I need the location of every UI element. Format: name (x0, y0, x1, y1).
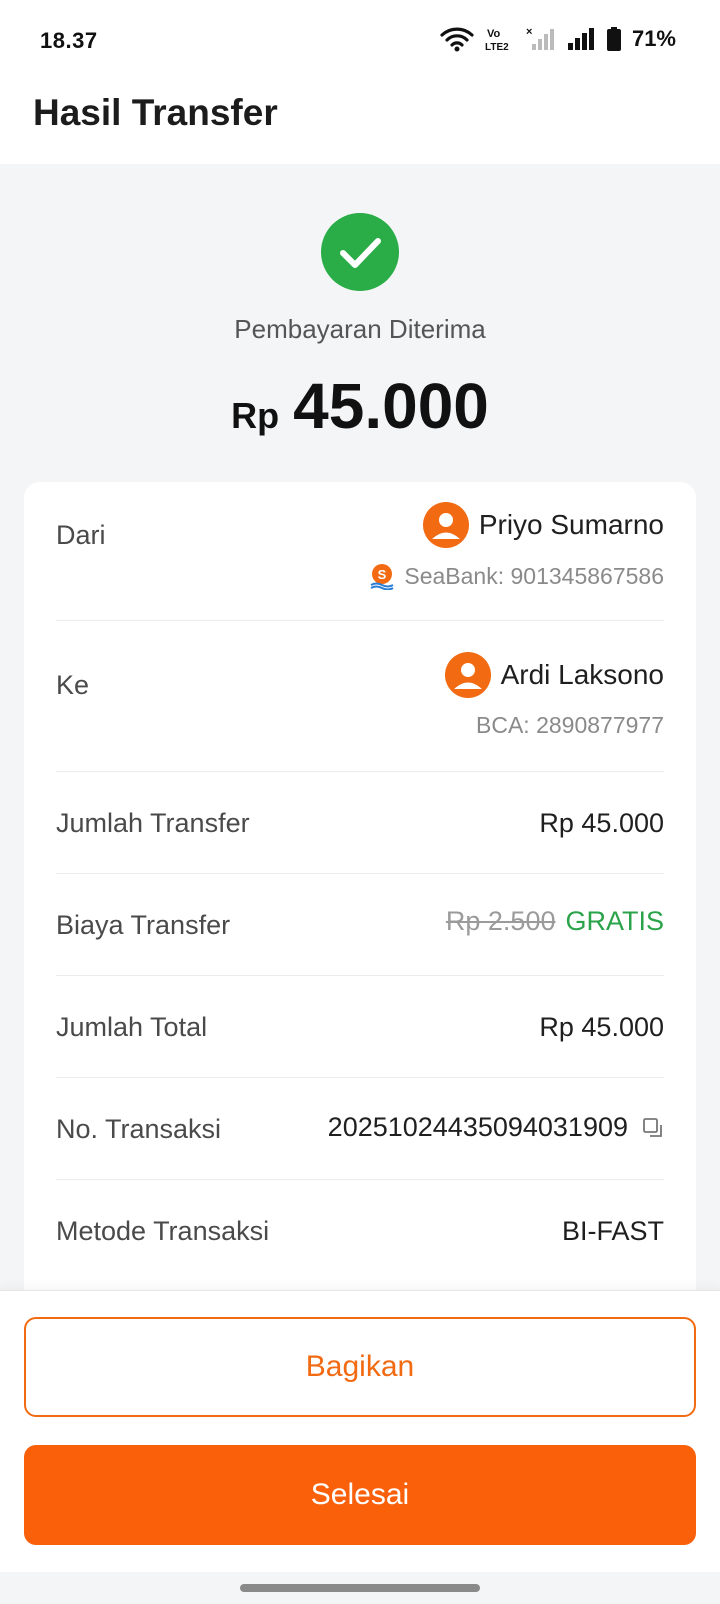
amount-value: 45.000 (293, 370, 489, 442)
to-bank-account: BCA: 2890877977 (476, 712, 664, 738)
battery-icon (606, 27, 621, 51)
transfer-amount-label: Jumlah Transfer (56, 808, 250, 838)
scroll-fade (24, 1240, 696, 1290)
copy-icon[interactable] (642, 1117, 664, 1139)
transfer-fee-label: Biaya Transfer (56, 910, 231, 940)
from-party: Priyo Sumarno S SeaBank: 901345867586 (368, 502, 664, 590)
transfer-fee-value: GRATIS (565, 906, 664, 936)
share-button[interactable]: Bagikan (24, 1317, 696, 1417)
check-circle-icon (321, 213, 399, 291)
from-name: Priyo Sumarno (478, 509, 664, 540)
svg-text:S: S (378, 567, 387, 582)
user-avatar-icon (422, 502, 469, 548)
from-bank-account: SeaBank: 901345867586 (404, 562, 664, 589)
wifi-icon (440, 27, 474, 52)
detail-row-from: Dari Priyo Sumarno S SeaBank: 9013458675… (56, 482, 664, 621)
signal-sim1-icon (567, 28, 594, 50)
transfer-fee-original: Rp 2.500 (445, 906, 556, 936)
status-bar: 18.37 Vo LTE2 × 71% (0, 0, 720, 80)
status-icons: Vo LTE2 × 71% (440, 26, 676, 52)
detail-row-transfer-fee: Biaya Transfer Rp 2.500 GRATIS (56, 873, 664, 976)
transaction-no-value: 20251024435094031909 (327, 1112, 628, 1142)
detail-row-transaction-no: No. Transaksi 20251024435094031909 (56, 1077, 664, 1180)
volte-icon: Vo LTE2 (485, 28, 509, 52)
bottom-action-bar: Bagikan Selesai (0, 1290, 720, 1573)
seabank-logo-icon: S (370, 564, 394, 590)
total-label: Jumlah Total (56, 1012, 208, 1042)
detail-row-to: Ke Ardi Laksono BCA: 2890877977 (56, 620, 664, 772)
detail-row-total: Jumlah Total Rp 45.000 (56, 975, 664, 1078)
detail-row-transfer-amount: Jumlah Transfer Rp 45.000 (56, 771, 664, 874)
transfer-fee-value-group: Rp 2.500 GRATIS (446, 906, 664, 937)
from-label: Dari (56, 520, 106, 550)
amount-currency: Rp (231, 395, 280, 436)
transfer-details-card: Dari Priyo Sumarno S SeaBank: 9013458675… (24, 482, 696, 1302)
transfer-amount-value: Rp 45.000 (539, 808, 664, 838)
transaction-no-label: No. Transaksi (56, 1114, 222, 1144)
to-party: Ardi Laksono BCA: 2890877977 (444, 652, 664, 739)
battery-percent: 71% (631, 26, 676, 51)
user-avatar-icon (444, 652, 491, 698)
done-button[interactable]: Selesai (24, 1445, 696, 1545)
svg-text:Vo: Vo (487, 28, 501, 40)
transaction-no-group: 20251024435094031909 (328, 1112, 664, 1143)
to-label: Ke (56, 670, 90, 700)
amount-display: Rp 45.000 (0, 369, 720, 443)
svg-text:×: × (526, 26, 532, 38)
total-value: Rp 45.000 (539, 1012, 664, 1042)
home-indicator[interactable] (240, 1584, 480, 1592)
result-summary: Pembayaran Diterima Rp 45.000 (0, 164, 720, 482)
svg-text:LTE2: LTE2 (485, 42, 509, 52)
to-name: Ardi Laksono (500, 659, 664, 690)
system-nav-bar (0, 1572, 720, 1604)
status-time: 18.37 (40, 28, 98, 53)
page-title: Hasil Transfer (33, 92, 278, 133)
app-bar: Hasil Transfer (0, 80, 720, 164)
payment-status: Pembayaran Diterima (234, 314, 486, 344)
signal-sim2-icon: × (526, 26, 554, 50)
